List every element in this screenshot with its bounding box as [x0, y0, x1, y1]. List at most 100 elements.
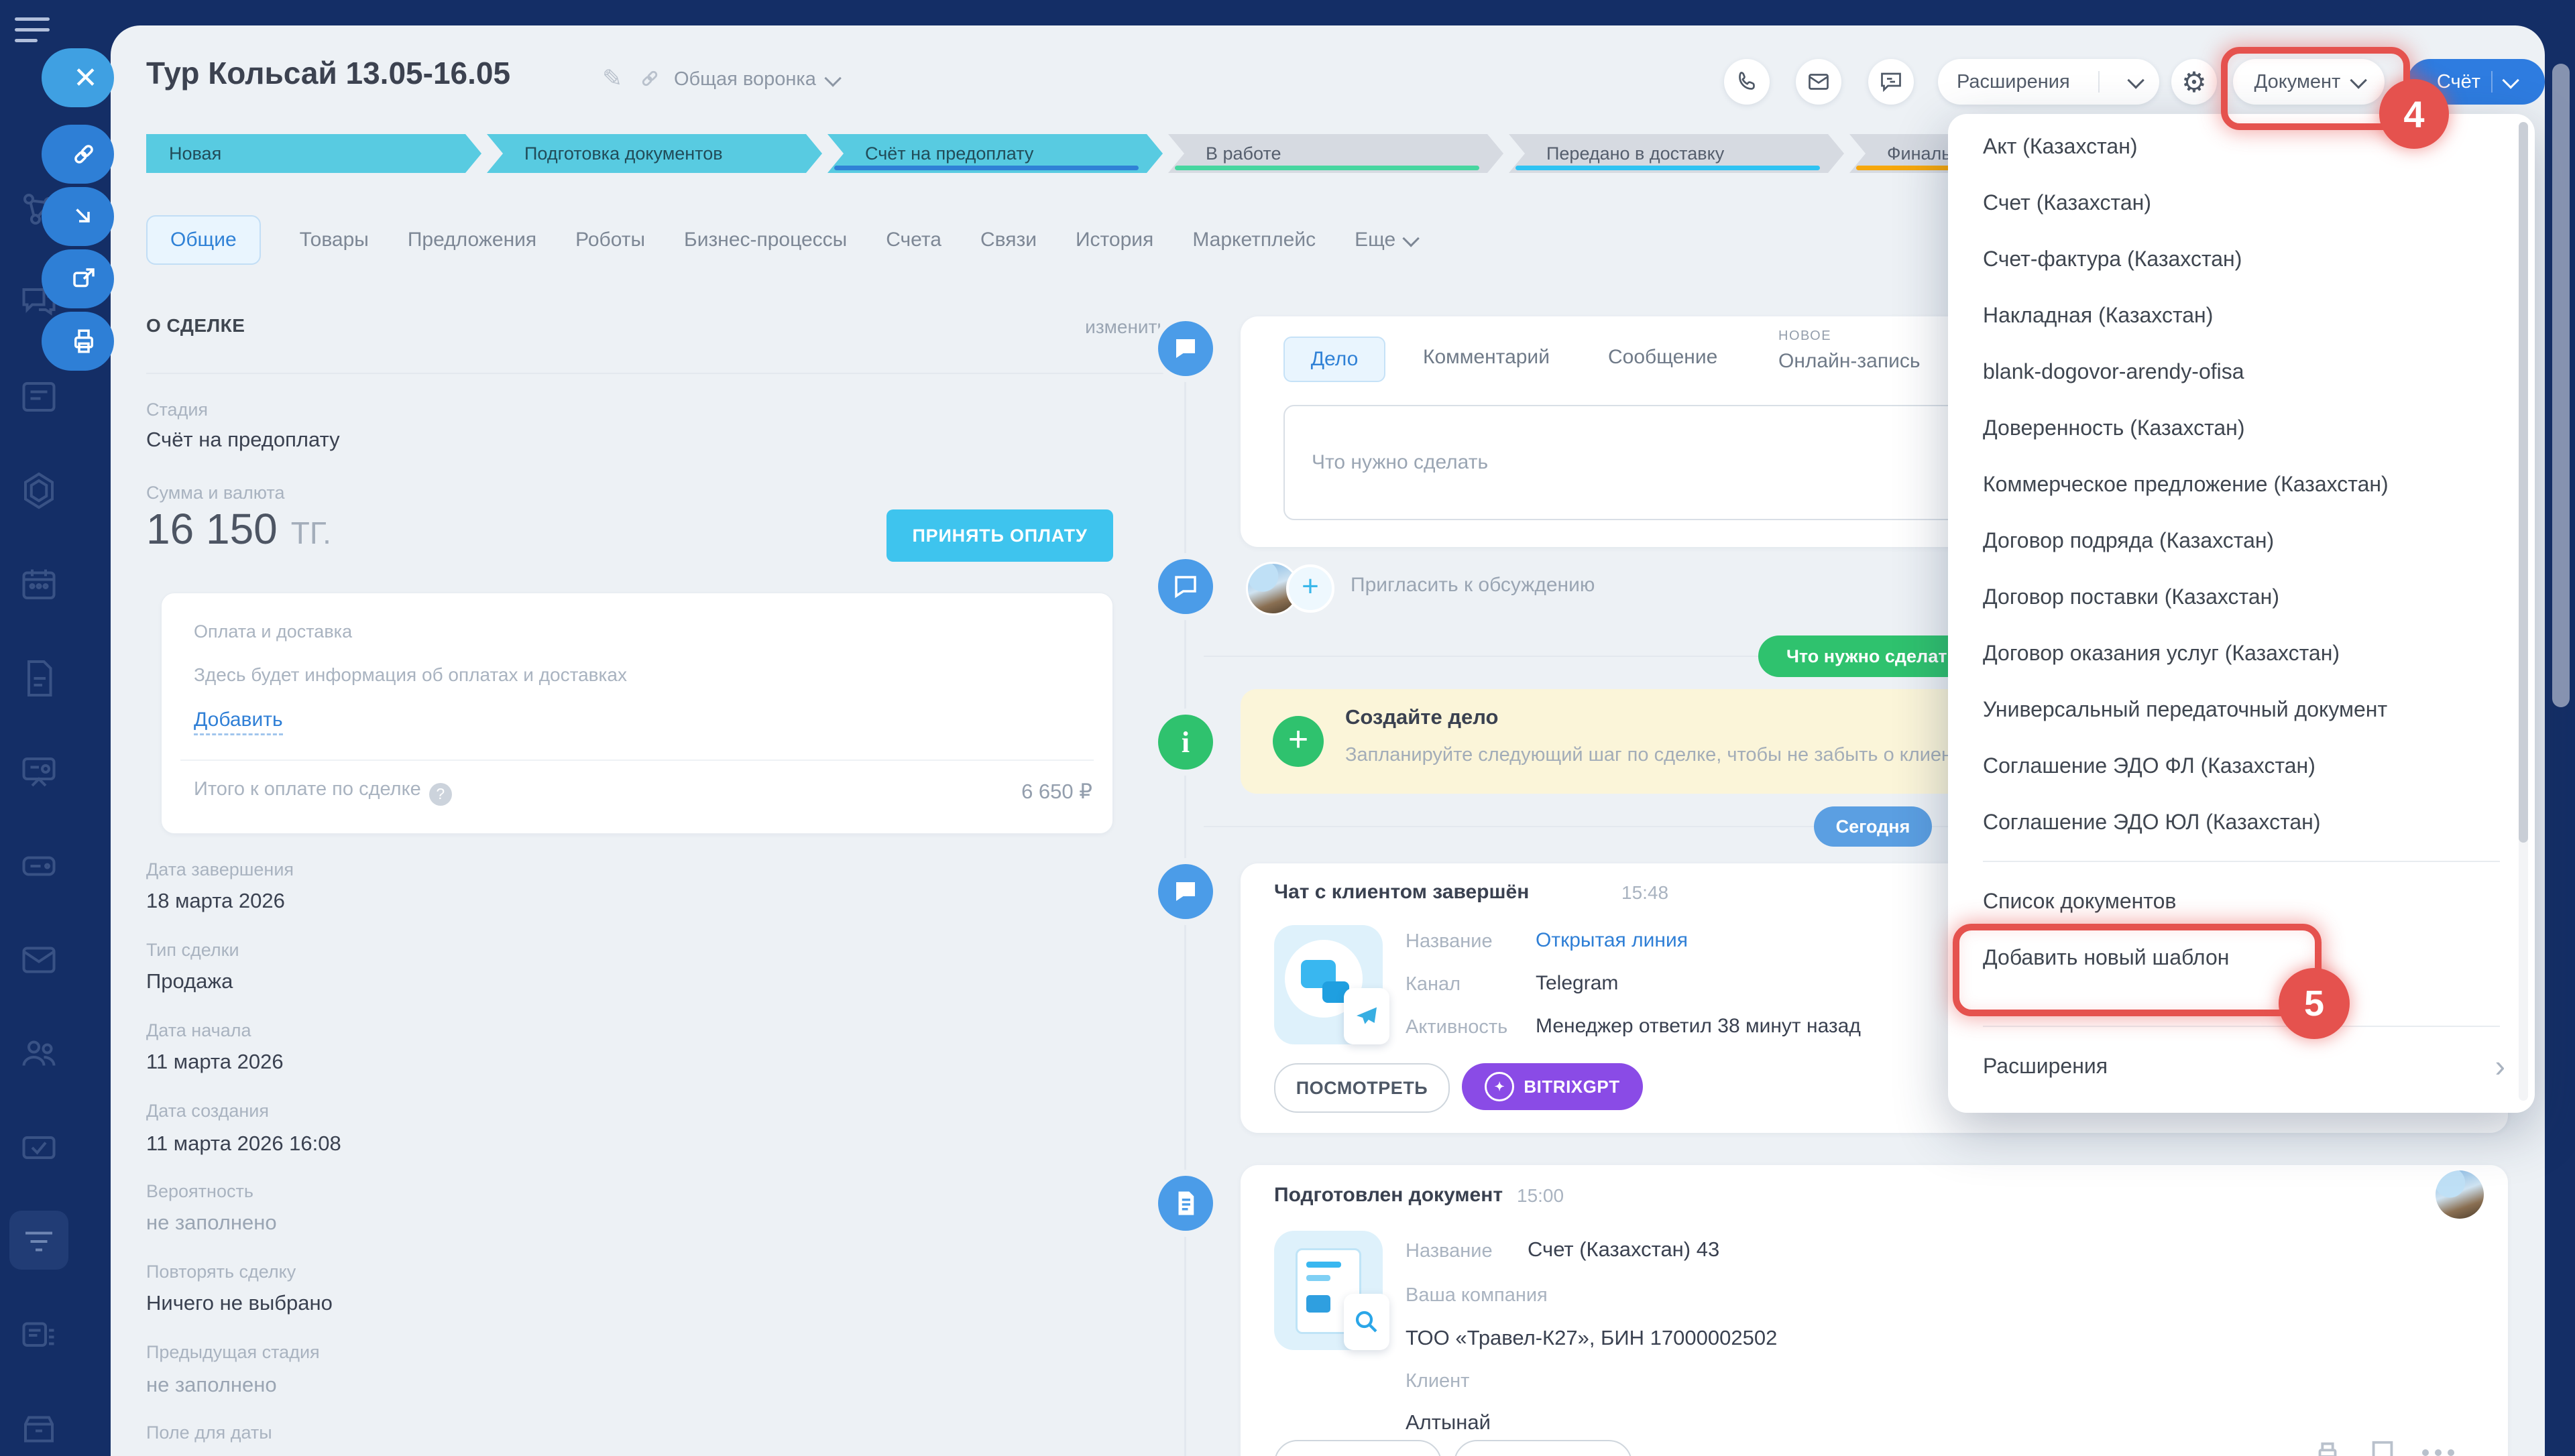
field-value[interactable]: 11 марта 2026 16:08 — [146, 1132, 341, 1156]
chevron-down-icon — [2127, 72, 2144, 88]
invite-to-discussion[interactable]: Пригласить к обсуждению — [1351, 574, 1595, 597]
sidebar-item-board-icon[interactable] — [19, 752, 59, 792]
sidebar-item-archive-icon[interactable] — [19, 1409, 59, 1449]
pin-note-icon[interactable] — [2367, 1439, 2398, 1456]
tab-invoices[interactable]: Счета — [886, 229, 941, 251]
field-value[interactable]: не заполнено — [146, 1373, 277, 1397]
tab-history[interactable]: История — [1076, 229, 1153, 251]
menu-item-edo-fl[interactable]: Соглашение ЭДО ФЛ (Казахстан) — [1948, 737, 2535, 794]
menu-item-invoice-factura[interactable]: Счет-фактура (Казахстан) — [1948, 231, 2535, 287]
menu-item-blank-dogovor[interactable]: blank-dogovor-arendy-ofisa — [1948, 343, 2535, 400]
field-value[interactable]: Ничего не выбрано — [146, 1291, 333, 1315]
stage-prepayment-invoice[interactable]: Счёт на предоплату — [827, 134, 1163, 173]
sidebar-item-crm-icon[interactable] — [19, 471, 59, 511]
tab-bizproc[interactable]: Бизнес-процессы — [684, 229, 847, 251]
field-value[interactable]: Продажа — [146, 969, 233, 993]
client-value[interactable]: Алтынай — [1406, 1410, 1491, 1435]
document-name[interactable]: Счет (Казахстан) 43 — [1528, 1237, 1719, 1262]
tab-quotes[interactable]: Предложения — [408, 229, 536, 251]
composer-tab-deal[interactable]: Дело — [1283, 337, 1385, 382]
sidebar-item-filter-icon[interactable] — [19, 1221, 59, 1262]
stage-in-progress[interactable]: В работе — [1168, 134, 1503, 173]
bitrixgpt-button[interactable]: ✦ BITRIXGPT — [1462, 1063, 1643, 1110]
tab-products[interactable]: Товары — [300, 229, 369, 251]
field-label: Ваша компания — [1406, 1284, 1548, 1307]
sidebar-item-people-icon[interactable] — [19, 1034, 59, 1074]
copy-link-button[interactable] — [42, 125, 114, 184]
sign-document-button[interactable]: ПОДПИСАТЬ — [1454, 1440, 1632, 1456]
field-label: Повторять сделку — [146, 1262, 296, 1282]
sidebar-item-docs-icon[interactable] — [19, 658, 59, 699]
dropdown-scrollbar[interactable] — [2519, 122, 2528, 1101]
edit-title-icon[interactable]: ✎ — [602, 64, 622, 93]
invite-plus-icon[interactable]: + — [1286, 564, 1334, 613]
chat-button[interactable] — [1868, 59, 1914, 105]
tab-marketplace[interactable]: Маркетплейс — [1192, 229, 1316, 251]
sidebar-item-tasks-icon[interactable] — [19, 1315, 59, 1355]
collapse-button[interactable] — [42, 187, 114, 246]
stage-delivery[interactable]: Передано в доставку — [1509, 134, 1844, 173]
menu-item-commercial-offer[interactable]: Коммерческое предложение (Казахстан) — [1948, 456, 2535, 512]
payment-card-title: Оплата и доставка — [194, 621, 352, 642]
close-slider-button[interactable]: ✕ — [42, 48, 114, 107]
hamburger-menu-icon[interactable] — [15, 17, 50, 50]
banner-title[interactable]: Создайте дело — [1345, 705, 1498, 729]
menu-item-universal-transfer-doc[interactable]: Универсальный передаточный документ — [1948, 681, 2535, 737]
field-label: Название — [1406, 930, 1493, 953]
menu-item-document-list[interactable]: Список документов — [1948, 873, 2535, 929]
sidebar-item-feed-icon[interactable] — [19, 377, 59, 417]
print-icon[interactable] — [2312, 1439, 2343, 1456]
menu-item-extensions[interactable]: Расширения › — [1948, 1038, 2535, 1094]
field-value[interactable]: не заполнено — [146, 1452, 277, 1456]
stage-field-value[interactable]: Счёт на предоплату — [146, 428, 340, 452]
stage-new[interactable]: Новая — [146, 134, 481, 173]
tab-more[interactable]: Еще — [1355, 229, 1416, 251]
annotation-box-add-template — [1953, 924, 2322, 1016]
field-value[interactable]: 18 марта 2026 — [146, 889, 285, 913]
menu-item-waybill[interactable]: Накладная (Казахстан) — [1948, 287, 2535, 343]
copy-link-icon[interactable] — [638, 67, 661, 93]
more-actions-icon[interactable] — [2422, 1449, 2454, 1456]
call-button[interactable] — [1724, 59, 1770, 105]
settings-gear-icon[interactable]: ⚙ — [2171, 59, 2217, 105]
print-button[interactable] — [42, 312, 114, 371]
tab-links[interactable]: Связи — [980, 229, 1037, 251]
sidebar-item-calendar-icon[interactable] — [19, 564, 59, 605]
menu-item-invoice[interactable]: Счет (Казахстан) — [1948, 174, 2535, 231]
open-new-window-button[interactable] — [42, 249, 114, 308]
printer-glyph — [1306, 1295, 1330, 1313]
add-task-plus-icon[interactable]: + — [1273, 716, 1324, 767]
composer-tab-message[interactable]: Сообщение — [1608, 346, 1717, 369]
amount-field[interactable]: 16 150 ТГ. — [146, 504, 331, 554]
tab-robots[interactable]: Роботы — [575, 229, 645, 251]
sidebar-item-mail-icon[interactable] — [19, 940, 59, 980]
menu-item-power-of-attorney[interactable]: Доверенность (Казахстан) — [1948, 400, 2535, 456]
payment-add-link[interactable]: Добавить — [194, 709, 283, 731]
edit-deal-link[interactable]: изменить — [1026, 316, 1167, 338]
field-value[interactable]: 11 марта 2026 — [146, 1050, 284, 1074]
page-scrollbar[interactable] — [2552, 64, 2570, 707]
openline-link[interactable]: Открытая линия — [1536, 929, 1688, 952]
menu-item-contract-postavka[interactable]: Договор поставки (Казахстан) — [1948, 568, 2535, 625]
menu-item-contract-podryad[interactable]: Договор подряда (Казахстан) — [1948, 512, 2535, 568]
field-label: Активность — [1406, 1016, 1507, 1038]
accept-payment-button[interactable]: ПРИНЯТЬ ОПЛАТУ — [886, 509, 1113, 562]
divider — [2098, 71, 2100, 93]
sidebar-item-check-icon[interactable] — [19, 1128, 59, 1168]
help-icon[interactable]: ? — [429, 783, 452, 806]
menu-item-contract-services[interactable]: Договор оказания услуг (Казахстан) — [1948, 625, 2535, 681]
stage-docs-preparation[interactable]: Подготовка документов — [487, 134, 822, 173]
divider — [180, 760, 1094, 761]
view-chat-button[interactable]: ПОСМОТРЕТЬ — [1274, 1063, 1450, 1113]
email-button[interactable] — [1796, 59, 1841, 105]
extensions-button[interactable]: Расширения — [1938, 59, 2159, 105]
field-value[interactable]: не заполнено — [146, 1211, 277, 1235]
composer-tab-comment[interactable]: Комментарий — [1423, 346, 1550, 369]
composer-tab-online-booking[interactable]: Онлайн-запись — [1778, 350, 1920, 373]
funnel-selector[interactable]: Общая воронка — [674, 68, 838, 90]
tab-general[interactable]: Общие — [146, 215, 261, 265]
avatar[interactable] — [2436, 1170, 2484, 1219]
menu-item-edo-ul[interactable]: Соглашение ЭДО ЮЛ (Казахстан) — [1948, 794, 2535, 850]
sidebar-item-storage-icon[interactable] — [19, 846, 59, 886]
open-document-button[interactable]: ОТКРЫТЬ — [1274, 1440, 1442, 1456]
